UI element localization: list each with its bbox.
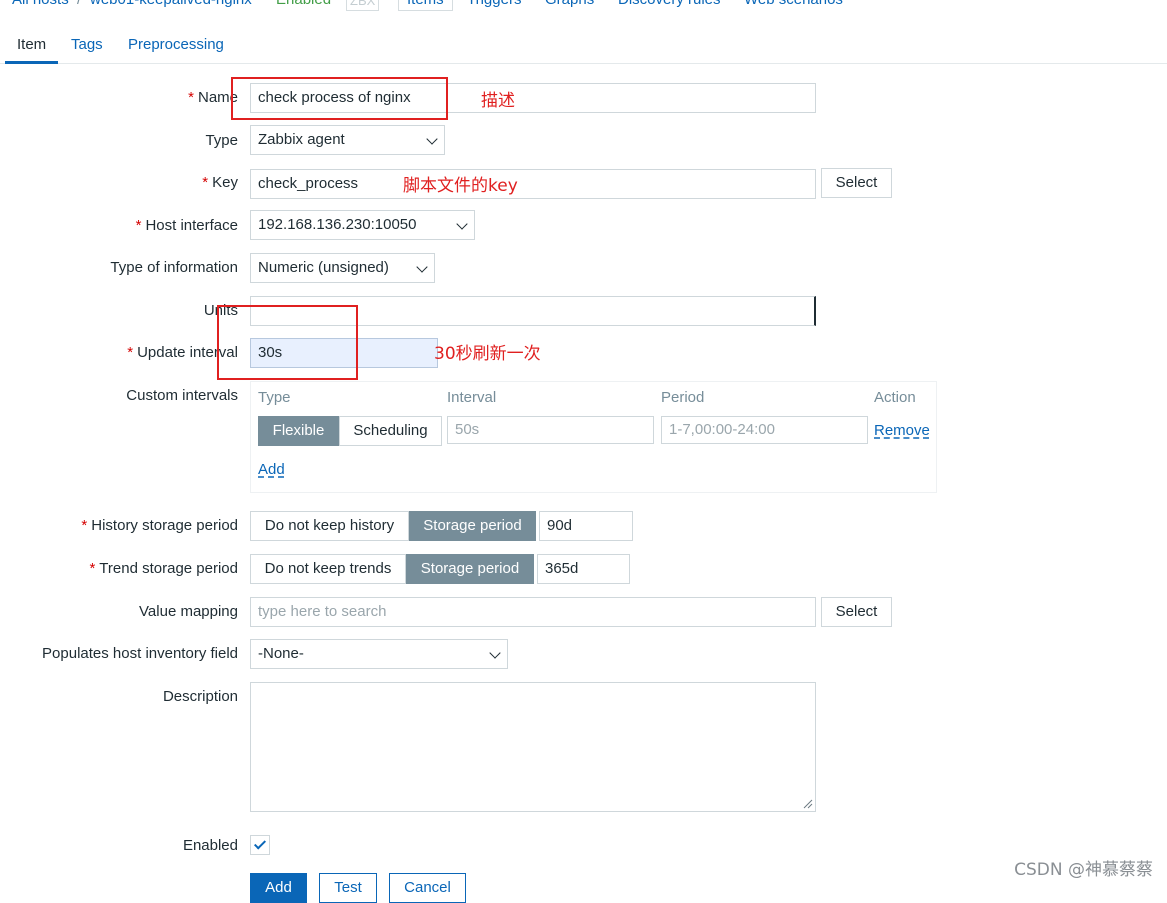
- inventory-field-select[interactable]: -None-: [250, 639, 508, 669]
- ci-add-link[interactable]: Add: [258, 461, 285, 478]
- annotation-key-note: 脚本文件的key: [403, 176, 518, 196]
- enabled-label: Enabled: [182, 837, 238, 854]
- cancel-button[interactable]: Cancel: [389, 873, 466, 903]
- nav-tab-items[interactable]: Items: [398, 0, 453, 11]
- type-select[interactable]: Zabbix agent: [250, 125, 445, 155]
- zbx-badge: ZBX: [346, 0, 380, 11]
- key-input[interactable]: check_process: [250, 169, 816, 199]
- chevron-down-icon: [416, 261, 428, 273]
- history-storage-label: * History storage period: [81, 517, 238, 534]
- value-mapping-input[interactable]: type here to search: [250, 597, 816, 627]
- chevron-down-icon: [489, 647, 501, 659]
- value-mapping-select-button[interactable]: Select: [821, 597, 892, 627]
- ci-period-input[interactable]: 1-7,00:00-24:00: [661, 416, 868, 444]
- history-storage-input[interactable]: 90d: [539, 511, 633, 541]
- history-do-not-keep-toggle[interactable]: Do not keep history: [250, 511, 409, 541]
- breadcrumb-all-hosts[interactable]: All hosts: [12, 0, 69, 8]
- tab-preprocessing[interactable]: Preprocessing: [128, 36, 224, 53]
- resize-handle-icon[interactable]: [803, 799, 813, 809]
- annotation-box-name: [231, 77, 448, 120]
- type-label: Type: [205, 132, 238, 149]
- ci-type-scheduling-toggle[interactable]: Scheduling: [339, 416, 442, 446]
- ci-interval-input[interactable]: 50s: [447, 416, 654, 444]
- key-select-button[interactable]: Select: [821, 168, 892, 198]
- value-mapping-label: Value mapping: [139, 603, 238, 620]
- trend-storage-input[interactable]: 365d: [537, 554, 630, 584]
- description-textarea[interactable]: [250, 682, 816, 812]
- annotation-box-update-interval: [217, 305, 358, 380]
- breadcrumb-host[interactable]: web01-keepalived-nginx: [90, 0, 252, 8]
- type-of-information-label: Type of information: [110, 259, 238, 276]
- breadcrumb: All hosts / web01-keepalived-nginx Enabl…: [0, 0, 1167, 13]
- active-tab-indicator: [5, 61, 58, 64]
- type-of-information-select[interactable]: Numeric (unsigned): [250, 253, 435, 283]
- checkmark-icon: [253, 837, 267, 850]
- host-status-enabled[interactable]: Enabled: [276, 0, 331, 8]
- watermark: CSDN @神慕蔡蔡: [1014, 860, 1153, 880]
- trend-storage-label: * Trend storage period: [89, 560, 238, 577]
- description-label: Description: [162, 688, 238, 705]
- item-tabs: Item Tags Preprocessing: [0, 28, 1167, 64]
- enabled-checkbox[interactable]: [250, 835, 270, 855]
- ci-header-type: Type: [258, 389, 291, 406]
- key-label: * Key: [202, 174, 238, 191]
- host-interface-select[interactable]: 192.168.136.230:10050: [250, 210, 475, 240]
- ci-remove-link[interactable]: Remove: [874, 422, 930, 439]
- ci-type-flexible-toggle[interactable]: Flexible: [258, 416, 339, 446]
- inventory-field-label: Populates host inventory field: [42, 645, 238, 662]
- chevron-down-icon: [426, 133, 438, 145]
- ci-header-period: Period: [661, 389, 705, 406]
- history-storage-period-toggle[interactable]: Storage period: [409, 511, 536, 541]
- ci-header-interval: Interval: [447, 389, 497, 406]
- nav-tab-discovery-rules[interactable]: Discovery rules: [618, 0, 721, 8]
- nav-tab-graphs[interactable]: Graphs: [545, 0, 594, 8]
- host-interface-label: * Host interface: [135, 217, 238, 234]
- test-button[interactable]: Test: [319, 873, 377, 903]
- annotation-name-note: 描述: [481, 91, 515, 111]
- annotation-interval-note: 30秒刷新一次: [434, 344, 541, 364]
- chevron-down-icon: [456, 218, 468, 230]
- tab-item[interactable]: Item: [17, 36, 46, 53]
- ci-header-action: Action: [874, 389, 916, 406]
- custom-intervals-label: Custom intervals: [126, 387, 238, 404]
- trend-storage-period-toggle[interactable]: Storage period: [406, 554, 534, 584]
- tab-tags[interactable]: Tags: [71, 36, 103, 53]
- add-button[interactable]: Add: [250, 873, 307, 903]
- trend-do-not-keep-toggle[interactable]: Do not keep trends: [250, 554, 406, 584]
- breadcrumb-separator: /: [77, 0, 81, 8]
- nav-tab-web-scenarios[interactable]: Web scenarios: [744, 0, 843, 8]
- nav-tab-triggers[interactable]: Triggers: [467, 0, 521, 8]
